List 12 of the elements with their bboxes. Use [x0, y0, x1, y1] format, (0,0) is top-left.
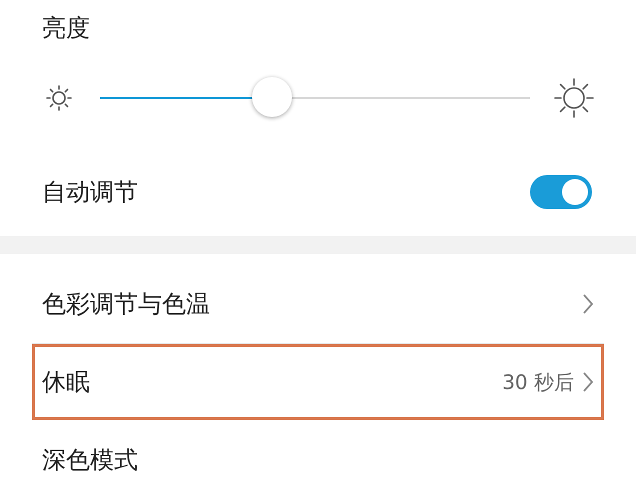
setting-row[interactable]: 深色模式: [32, 420, 604, 492]
chevron-icon: [582, 292, 594, 314]
brightness-slider[interactable]: [100, 77, 530, 119]
slider-thumb[interactable]: [252, 77, 292, 117]
small-sun-icon: [46, 85, 72, 111]
chevron-icon: [582, 371, 594, 393]
section-title: 亮度: [42, 13, 90, 44]
highlighted-setting-row[interactable]: 休眠 30 秒后: [32, 344, 604, 420]
toggle-switch[interactable]: [530, 175, 592, 209]
setting-label: 自动调节: [42, 177, 138, 208]
large-sun-icon: [554, 78, 594, 118]
setting-row[interactable]: 色彩调节与色温: [32, 264, 604, 344]
